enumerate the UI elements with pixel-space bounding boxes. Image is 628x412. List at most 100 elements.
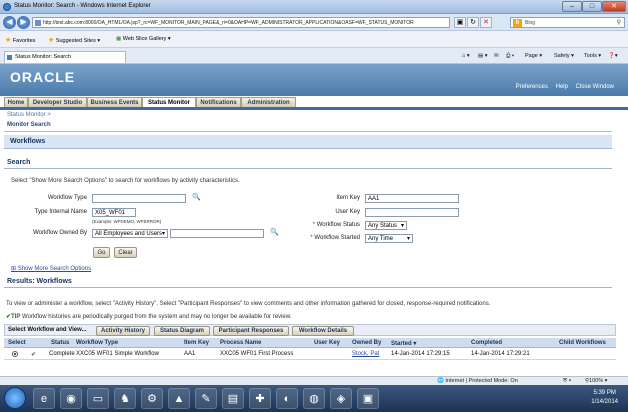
- workflow-started-select[interactable]: Any Time: [365, 234, 413, 243]
- table-row: ✔ Complete XXC05 WF01 Simple Workflow AA…: [4, 349, 616, 360]
- lookup-icon[interactable]: 🔍: [270, 229, 279, 237]
- column-header[interactable]: Started ▾: [391, 340, 416, 347]
- item-key-label: Item Key: [336, 195, 360, 201]
- row-process-name: XXC05 WF01 First Process: [220, 351, 294, 357]
- sort-icon: ▾: [413, 341, 417, 347]
- app-taskbar-icon[interactable]: ▤: [222, 388, 244, 409]
- search-icon[interactable]: ⚲: [617, 18, 621, 28]
- minimize-button[interactable]: –: [562, 1, 582, 12]
- user-key-label: User Key: [335, 209, 360, 215]
- browser-tab[interactable]: Status Monitor: Search: [4, 51, 126, 63]
- zone-indicator[interactable]: 🌐 Internet | Protected Mode: On: [437, 378, 518, 384]
- chrome-taskbar-icon[interactable]: ◉: [60, 388, 82, 409]
- workflow-status-select[interactable]: Any Status: [365, 221, 407, 230]
- search-heading: Search: [7, 159, 31, 166]
- system-tray: 5:39 PM 1/14/2014: [530, 385, 628, 412]
- status-diagram-button[interactable]: Status Diagram: [154, 326, 210, 336]
- page-icon: [35, 20, 41, 26]
- mail-icon[interactable]: ✉: [494, 53, 499, 59]
- search-instructions: Select "Show More Search Options" to sea…: [11, 178, 240, 184]
- app-taskbar-icon[interactable]: ▣: [357, 388, 379, 409]
- row-select-radio[interactable]: [12, 351, 18, 357]
- close-window-link[interactable]: Close Window: [576, 84, 614, 90]
- suggested-sites-link[interactable]: ★ Suggested Sites ▾: [48, 36, 100, 44]
- star-plus-icon: ★: [48, 37, 55, 44]
- clear-button[interactable]: Clear: [114, 247, 137, 258]
- close-window-button[interactable]: ✕: [602, 1, 626, 12]
- tip-text: ✔TIP Workflow histories are periodically…: [6, 314, 292, 320]
- help-icon[interactable]: ❓▾: [608, 53, 618, 59]
- divider: [4, 168, 612, 169]
- vlc-taskbar-icon[interactable]: ▲: [168, 388, 190, 409]
- search-input[interactable]: b Bing ⚲: [510, 17, 625, 28]
- owned-by-label: Workflow Owned By: [33, 230, 87, 236]
- favorites-bar: ★ Favorites ★ Suggested Sites ▾ ▦ Web Sl…: [0, 31, 628, 48]
- row-owned-by-link[interactable]: Stock, Pat: [352, 351, 379, 357]
- type-internal-name-field[interactable]: X05_WF01: [92, 208, 136, 217]
- section-title: Workflows: [4, 135, 612, 149]
- global-links: Preferences Help Close Window: [510, 84, 614, 90]
- page-menu[interactable]: Page ▾: [525, 53, 542, 59]
- maximize-button[interactable]: □: [582, 1, 602, 12]
- forward-button[interactable]: ▶: [17, 16, 30, 29]
- page-subtitle: Monitor Search: [7, 122, 51, 128]
- page-content: ORACLE Preferences Help Close Window Hom…: [0, 64, 628, 384]
- app-taskbar-icon[interactable]: ◍: [303, 388, 325, 409]
- column-header: Completed: [471, 340, 503, 346]
- refresh-button[interactable]: ↻: [467, 17, 479, 28]
- column-header: Select: [8, 340, 26, 346]
- back-button[interactable]: ◀: [3, 16, 16, 29]
- address-input[interactable]: http://test.abc.com:8000/OA_HTML/OA.jsp?…: [32, 17, 450, 28]
- breadcrumb[interactable]: Status Monitor >: [7, 112, 51, 118]
- owned-by-select[interactable]: All Employees and Users: [92, 229, 168, 238]
- home-icon[interactable]: ⌂ ▾: [462, 53, 470, 59]
- type-internal-name-label: Type Internal Name: [34, 209, 87, 215]
- window-title: Status Monitor: Search - Windows Interne…: [14, 3, 151, 9]
- feeds-icon[interactable]: ▤ ▾: [478, 53, 488, 59]
- safety-menu[interactable]: Safety ▾: [554, 53, 574, 59]
- owned-by-field[interactable]: [170, 229, 264, 238]
- column-header: Child Workflows: [559, 340, 606, 346]
- divider: [4, 287, 612, 288]
- clock[interactable]: 5:39 PM 1/14/2014: [591, 389, 618, 407]
- explorer-taskbar-icon[interactable]: ▭: [87, 388, 109, 409]
- browser-status-bar: 🌐 Internet | Protected Mode: On ⛨ ▾ ⚲100…: [0, 376, 628, 385]
- app-taskbar-icon[interactable]: ✚: [249, 388, 271, 409]
- web-slice-gallery-link[interactable]: ▦ Web Slice Gallery ▾: [116, 36, 171, 42]
- column-header: Status: [51, 340, 70, 346]
- show-more-search-options-link[interactable]: ⊞ Show More Search Options: [11, 265, 91, 272]
- column-header: Item Key: [184, 340, 210, 346]
- workflow-details-button[interactable]: Workflow Details: [292, 326, 354, 336]
- compat-view-button[interactable]: ▣: [454, 17, 466, 28]
- lookup-icon[interactable]: 🔍: [192, 194, 201, 202]
- ie-taskbar-icon[interactable]: e: [33, 388, 55, 409]
- app-taskbar-icon[interactable]: ⚙: [141, 388, 163, 409]
- web-slice-icon: ▦: [116, 36, 122, 42]
- preferences-link[interactable]: Preferences: [516, 84, 548, 90]
- stop-button[interactable]: ✕: [480, 17, 492, 28]
- oracle-logo: ORACLE: [10, 69, 76, 85]
- workflow-type-field[interactable]: [92, 194, 186, 203]
- help-link[interactable]: Help: [556, 84, 568, 90]
- tools-menu[interactable]: Tools ▾: [584, 53, 601, 59]
- protected-mode-icon[interactable]: ⛨ ▾: [563, 378, 571, 385]
- app-taskbar-icon[interactable]: ◐: [276, 388, 298, 409]
- workflow-status-label: * Workflow Status: [312, 222, 360, 228]
- start-button[interactable]: [4, 387, 26, 409]
- row-status: Complete: [49, 351, 75, 357]
- app-taskbar-icon[interactable]: ✎: [195, 388, 217, 409]
- app-taskbar-icon[interactable]: ♞: [114, 388, 136, 409]
- user-key-field[interactable]: [365, 208, 459, 217]
- windows-taskbar: e ◉ ▭ ♞ ⚙ ▲ ✎ ▤ ✚ ◐ ◍ ◈ ▣ 5:39 PM 1/14/2…: [0, 385, 628, 412]
- go-button[interactable]: Go: [93, 247, 110, 258]
- item-key-field[interactable]: AA1: [365, 194, 459, 203]
- zoom-control[interactable]: ⚲100% ▾: [585, 378, 607, 384]
- participant-responses-button[interactable]: Participant Responses: [213, 326, 289, 336]
- favorites-button[interactable]: ★ Favorites: [5, 36, 35, 44]
- app-taskbar-icon[interactable]: ◈: [330, 388, 352, 409]
- column-header: User Key: [314, 340, 341, 346]
- oracle-header: ORACLE Preferences Help Close Window: [0, 64, 628, 96]
- activity-history-button[interactable]: Activity History: [96, 326, 150, 336]
- tab-page-icon: [7, 55, 12, 60]
- print-icon[interactable]: ⎙ ▾: [506, 53, 514, 60]
